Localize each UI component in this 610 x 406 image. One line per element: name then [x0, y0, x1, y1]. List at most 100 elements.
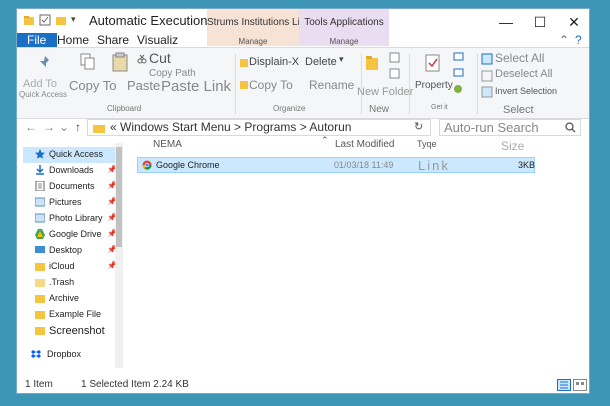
file-modified: 01/03/18 11:49 [334, 160, 394, 170]
navigation-pane: Quick Access Downloads 📌 Documents 📌 Pic… [17, 143, 125, 375]
context-tab-label: Tools Applications [304, 17, 384, 28]
nav-item-example-file[interactable]: Example File [23, 307, 119, 323]
move-icon [240, 59, 248, 67]
nav-item-label: Downloads [49, 165, 94, 175]
nav-item-trash[interactable]: .Trash [23, 275, 119, 291]
nav-item-label: Photo Library [49, 213, 103, 223]
easy-access-icon [389, 68, 400, 79]
paste-button[interactable]: Paste [127, 78, 160, 93]
nav-item-label: Pictures [49, 197, 82, 207]
deselect-all-button[interactable]: Deselect All [495, 68, 552, 80]
property-button[interactable]: Property [415, 80, 453, 91]
column-header-type[interactable]: Tyqe [417, 139, 437, 149]
forward-button[interactable]: → [43, 120, 55, 134]
folder-icon [35, 295, 45, 303]
open-icon [453, 52, 464, 61]
collapse-ribbon-icon[interactable]: ⌃ [559, 33, 569, 47]
address-bar[interactable]: « Windows Start Menu > Programs > Autoru… [87, 119, 431, 136]
search-icon [565, 122, 576, 133]
nav-item-label: iCloud [49, 261, 75, 271]
tab-home[interactable]: Home [57, 33, 89, 47]
ribbon-tabs: File Home Share Visualiz ⌃ ? [17, 33, 589, 47]
new-folder-qa-icon[interactable] [55, 14, 67, 29]
nav-item-pictures[interactable]: Pictures 📌 [23, 195, 119, 211]
nav-item-label: Desktop [49, 245, 83, 255]
cut-button[interactable]: Cut [149, 50, 171, 66]
search-input[interactable]: Auto-run Search [439, 119, 581, 136]
delete-button[interactable]: Delete [305, 56, 337, 68]
context-tab-label: Strums Institutions Links [207, 17, 316, 28]
nav-item-label: Example File [49, 309, 102, 319]
select-all-button[interactable]: Select All [495, 51, 544, 65]
status-bar: 1 Item 1 Selected Item 2.24 KB [17, 377, 589, 393]
folder-icon [23, 14, 35, 29]
table-row[interactable]: Google Chrome 01/03/18 11:49 Link 3KB [137, 157, 535, 173]
properties-icon [425, 54, 440, 72]
scissors-icon [137, 54, 147, 64]
details-view-icon[interactable] [557, 379, 571, 391]
nav-pane-scrollbar[interactable] [115, 143, 123, 368]
nav-item-icloud[interactable]: iCloud 📌 [23, 259, 119, 275]
recent-dropdown-icon[interactable]: ⌄ [59, 120, 69, 134]
paste-link-button[interactable]: Paste Link [161, 78, 231, 95]
invert-selection-button[interactable]: Invert Selection [495, 86, 557, 96]
quick-access-label: Quick Access [19, 90, 68, 99]
new-folder-icon [366, 56, 378, 70]
nav-item-desktop[interactable]: Desktop 📌 [23, 243, 119, 259]
nav-item-label: .Trash [49, 277, 75, 287]
dropbox-icon [31, 350, 41, 358]
properties-qa-icon[interactable] [39, 14, 51, 29]
nav-item-label: Screenshot [49, 325, 105, 337]
nav-item-quick-access[interactable]: Quick Access [23, 147, 119, 163]
column-header-size[interactable]: Size [501, 139, 524, 153]
address-path: « Windows Start Menu > Programs > Autoru… [110, 120, 352, 134]
nav-item-label: Documents [49, 181, 95, 191]
new-folder-button[interactable]: New Folder [357, 86, 413, 98]
file-list: NEMA ⌃ Last Modified Tyqe Size Google Ch… [133, 135, 587, 375]
rename-button[interactable]: Rename [309, 78, 354, 92]
nav-item-screenshot[interactable]: Screenshot [23, 323, 119, 339]
scrollbar-thumb[interactable] [116, 147, 122, 247]
nav-item-photo-library[interactable]: Photo Library 📌 [23, 211, 119, 227]
file-name: Google Chrome [156, 160, 220, 170]
ribbon-separator [361, 54, 362, 114]
ribbon-separator [235, 54, 236, 114]
nav-item-downloads[interactable]: Downloads 📌 [23, 163, 119, 179]
folder-icon [35, 279, 45, 287]
help-icon[interactable]: ? [575, 33, 582, 47]
maximize-button[interactable]: ☐ [523, 11, 557, 33]
column-header-name[interactable]: NEMA [153, 139, 182, 150]
ribbon-separator [477, 54, 478, 114]
select-group-label: Select [503, 104, 534, 116]
tab-share[interactable]: Share [97, 33, 129, 47]
ribbon: Quick Access Add To Copy To Paste Paste … [17, 47, 589, 119]
back-button[interactable]: ← [25, 120, 37, 134]
delete-dropdown-icon[interactable]: ▾ [339, 54, 344, 65]
add-to-button[interactable]: Add To [23, 78, 57, 90]
nav-item-google-drive[interactable]: Google Drive 📌 [23, 227, 119, 243]
copy-to-button[interactable]: Copy To [69, 78, 116, 93]
column-header-modified[interactable]: Last Modified [335, 139, 394, 150]
close-button[interactable]: ✕ [557, 11, 591, 33]
large-icons-view-icon[interactable] [573, 379, 587, 391]
qa-dropdown-icon[interactable]: ▾ [71, 14, 76, 25]
search-placeholder: Auto-run Search [444, 120, 539, 135]
item-count: 1 Item [25, 379, 53, 390]
up-button[interactable]: ↑ [75, 120, 81, 134]
organize-copy-to-button[interactable]: Copy To [249, 78, 293, 92]
nav-item-label: Dropbox [47, 349, 82, 359]
refresh-button[interactable]: ↻ [414, 120, 423, 135]
nav-item-documents[interactable]: Documents 📌 [23, 179, 119, 195]
tab-view[interactable]: Visualiz [137, 33, 178, 47]
history-icon [454, 85, 462, 93]
nav-item-archive[interactable]: Archive [23, 291, 119, 307]
copy-icon [80, 53, 95, 70]
nav-item-label: Google Drive [49, 229, 102, 239]
copy-path-button[interactable]: Copy Path [149, 68, 196, 79]
file-type: Link [418, 158, 450, 173]
nav-item-dropbox[interactable]: Dropbox [17, 347, 113, 363]
tab-file[interactable]: File [17, 33, 57, 47]
displace-button[interactable]: Displain-X [249, 56, 299, 68]
new-item-icon [389, 52, 400, 63]
minimize-button[interactable]: — [489, 11, 523, 33]
